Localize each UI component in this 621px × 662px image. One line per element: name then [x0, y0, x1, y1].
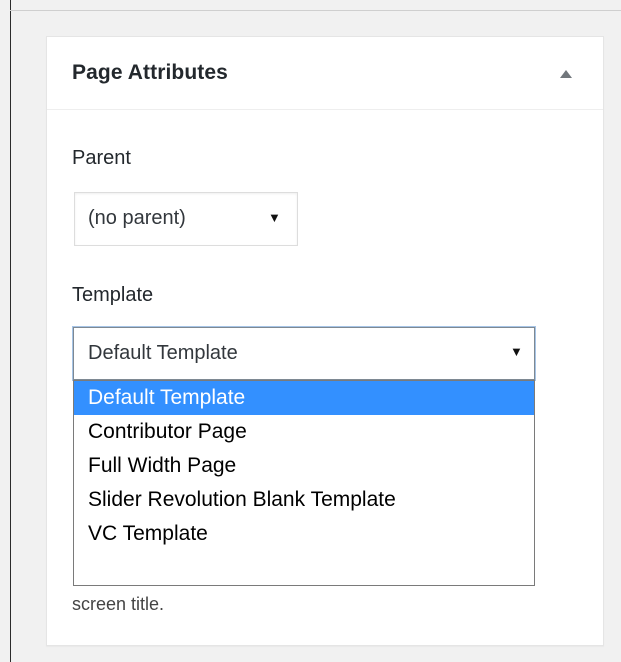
template-label: Template — [72, 284, 154, 306]
parent-select-value: (no parent) — [88, 207, 186, 229]
template-dropdown-list: Default Template Contributor Page Full W… — [73, 380, 535, 586]
metabox-header[interactable]: Page Attributes — [47, 37, 603, 110]
template-select[interactable]: Default Template ▼ — [73, 327, 535, 380]
template-select-value: Default Template — [88, 342, 238, 364]
template-option-slider-revolution[interactable]: Slider Revolution Blank Template — [74, 483, 534, 517]
page-attributes-metabox: Page Attributes Parent (no parent) ▼ Tem… — [46, 36, 604, 646]
frame-left-border — [10, 0, 11, 662]
caret-down-icon: ▼ — [510, 344, 523, 359]
metabox-title: Page Attributes — [72, 61, 228, 84]
template-option-contributor[interactable]: Contributor Page — [74, 415, 534, 449]
template-help-text: screen title. — [72, 594, 165, 614]
parent-select[interactable]: (no parent) ▼ — [74, 192, 298, 246]
frame-top-border — [10, 10, 621, 11]
parent-label: Parent — [72, 147, 131, 169]
template-option-default[interactable]: Default Template — [74, 381, 534, 415]
template-option-vc[interactable]: VC Template — [74, 517, 534, 551]
template-option-full-width[interactable]: Full Width Page — [74, 449, 534, 483]
caret-down-icon: ▼ — [268, 210, 281, 225]
triangle-up-icon[interactable] — [560, 70, 572, 78]
